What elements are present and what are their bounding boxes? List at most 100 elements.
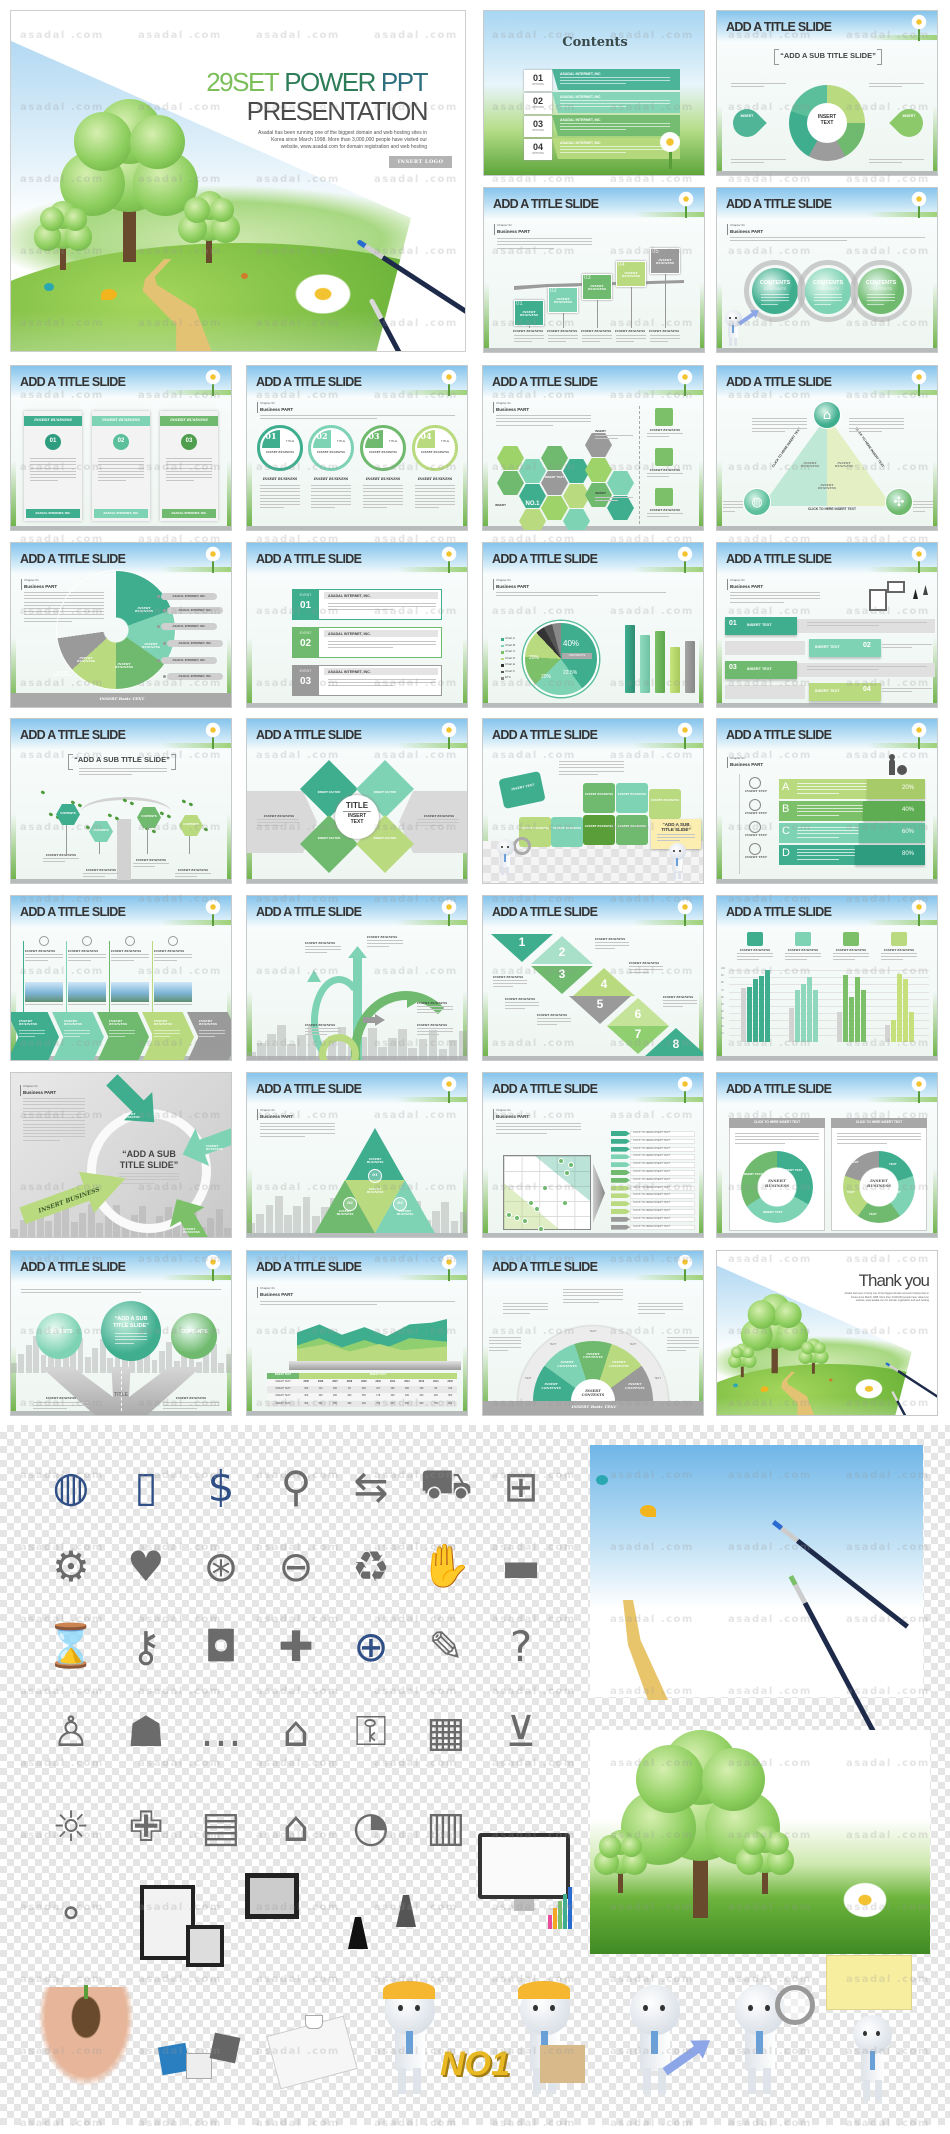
pie-label: 40% — [563, 639, 580, 648]
list-label: CLICK TO HERE INSERT TEXT — [633, 1201, 671, 1205]
character-eye — [414, 2004, 420, 2012]
icon-circle: ◍ — [743, 488, 771, 516]
text-placeholder — [166, 474, 212, 476]
contents-item-label: ASADAL INTERNET, INC — [560, 72, 601, 76]
slide-thumbnail[interactable]: ADD A TITLE SLIDE Chapter 01 Business PART… — [10, 542, 232, 708]
text-placeholder — [563, 1298, 623, 1300]
text-placeholder — [30, 458, 76, 460]
table-cell: 350 — [361, 1394, 366, 1398]
text-placeholder — [869, 83, 924, 85]
text-placeholder — [119, 1176, 179, 1178]
text-placeholder — [497, 238, 592, 240]
character-tie — [651, 2031, 659, 2055]
leaf — [48, 812, 54, 817]
triangle-number: 1 — [518, 935, 526, 949]
slide-thumbnail[interactable]: ADD A TITLE SLIDE Chapter 01 Business PART… — [482, 542, 704, 708]
text-placeholder — [761, 303, 778, 305]
text-placeholder — [560, 126, 670, 128]
slide-thumbnail[interactable]: ADD A TITLE SLIDE INSERT TEXT INSERT BUSIN… — [482, 718, 704, 884]
text-placeholder — [115, 1342, 135, 1344]
slide-thumbnail[interactable]: Thank you Asadal has been running one of … — [716, 1250, 938, 1416]
slide-thumbnail[interactable]: ADD A TITLE SLIDE “ADD A SUB TITLE SLIDE”… — [716, 10, 938, 176]
grass-strip — [397, 567, 467, 572]
text-placeholder — [638, 1306, 683, 1308]
hex-label: CONTENTS — [60, 811, 76, 815]
slide-thumbnail[interactable]: ADD A TITLE SLIDE ⌂ ◍ ✣ CLICK TO HERE INSERT… — [716, 365, 938, 531]
text-placeholder — [785, 959, 807, 961]
slide-thumbnail[interactable]: ADD A TITLE SLIDE Chapter 01 Business PART… — [246, 1072, 468, 1238]
text-placeholder — [737, 959, 759, 961]
note-title: TITLE SLIDE” — [661, 827, 691, 832]
text-placeholder — [68, 954, 106, 956]
city-building — [92, 1348, 99, 1373]
subtitle: “ADD A SUB TITLE SLIDE” — [74, 755, 170, 764]
slide-thumbnail[interactable]: ADD A TITLE SLIDE Chapter 01 Business PART… — [482, 1072, 704, 1238]
stem-line — [189, 835, 190, 854]
slide-thumbnail[interactable]: ADD A TITLE SLIDE CONTENTS CONTENTS “ADD A … — [10, 1250, 232, 1416]
slide-thumbnail[interactable]: ADD A TITLE SLIDE Chapter 01 Business PART… — [246, 365, 468, 531]
chapter-label: Chapter 01 — [496, 401, 511, 405]
text-placeholder — [43, 861, 65, 863]
slide-thumbnail[interactable]: ADD A TITLE SLIDE Chapter 01 Business PART… — [482, 365, 704, 531]
slide-thumbnail[interactable]: ADD A TITLE SLIDE Chapter 01 Business PART… — [716, 542, 938, 708]
chevron-label: INSERT BUSINESS — [199, 1019, 218, 1027]
piece-label: INSERT BUSINESS — [553, 827, 581, 830]
footer-bar — [247, 1411, 467, 1415]
slide-thumbnail[interactable]: ADD A TITLE SLIDE 1 2 3 4 5 6 7 8 INSERT BUSINESS… — [482, 895, 704, 1061]
text-placeholder — [415, 494, 455, 496]
grass-strip — [867, 567, 937, 572]
list-tag — [611, 1209, 630, 1214]
mortar-icon: ✚ — [278, 1621, 314, 1671]
slide-thumbnail[interactable]: Chapter 01 Business PART “ADD A SUB TITLE S… — [10, 1072, 232, 1238]
landscape-photo — [154, 982, 192, 1002]
grass-left — [717, 991, 722, 1057]
stair-letter: A — [782, 781, 790, 793]
slide-thumbnail[interactable]: Contents 01 OPTIONS ASADAL INTERNET, INC 02 O… — [483, 10, 705, 176]
arc-label: TEXT — [549, 1342, 557, 1346]
text-placeholder — [19, 1030, 45, 1032]
hex-label: CONTENTS — [183, 822, 199, 826]
character-leg — [398, 2067, 407, 2094]
arc-label: TEXT — [654, 1376, 661, 1380]
circle-tag: TITLE — [388, 439, 398, 443]
text-placeholder — [417, 1034, 439, 1036]
slide-thumbnail[interactable]: ADD A TITLE SLIDE Chapter 01 Business PART… — [716, 187, 938, 353]
text-placeholder — [849, 430, 882, 432]
slide-thumbnail[interactable]: ADD A TITLE SLIDE Chapter 01 Business PART… — [716, 718, 938, 884]
table-row-label: INSERT TEXT — [275, 1387, 291, 1391]
leaf — [70, 800, 76, 805]
list-tag — [611, 1177, 630, 1183]
text-placeholder — [493, 986, 514, 988]
slide-thumbnail[interactable]: ADD A TITLE SLIDE INSERT BUSINESS 01 ASADAL… — [10, 365, 232, 531]
slide-thumbnail[interactable]: ADD A TITLE SLIDE INSERT FACTOR INSERT FAC… — [246, 718, 468, 884]
text-placeholder — [119, 1173, 179, 1175]
slide-thumbnail[interactable]: ADD A TITLE SLIDE INSERT BUSINESS INSERT B… — [246, 895, 468, 1061]
grass-left — [484, 283, 489, 349]
picture-frame-icon — [186, 1925, 224, 1967]
slide-thumbnail[interactable]: ADD A TITLE SLIDE INSERT BUSINESS INSERT B… — [716, 895, 938, 1061]
table-cell: 2013 — [418, 1379, 425, 1383]
slide-title: ADD A TITLE SLIDE — [492, 552, 598, 566]
text-placeholder — [417, 825, 443, 827]
character-leg — [748, 2067, 757, 2094]
tree-canopy — [742, 1346, 754, 1358]
slide-thumbnail[interactable]: ADD A TITLE SLIDE CLICK TO HERE INSERT TE… — [716, 1072, 938, 1238]
slide-thumbnail[interactable]: ADD A TITLE SLIDE Chapter 01 Business PART… — [483, 187, 705, 353]
slide-thumbnail[interactable]: ADD A TITLE SLIDE Chapter 01 Business PART… — [246, 1250, 468, 1416]
bar-chart-icon — [563, 1894, 567, 1929]
slide-thumbnail[interactable]: ADD A TITLE SLIDE INSERT BUSINESS INSERT B… — [10, 895, 232, 1061]
column-caption: INSERT BUSINESS — [111, 949, 142, 953]
text-placeholder — [663, 1003, 697, 1005]
list-tag — [611, 1201, 630, 1207]
tree-canopy — [701, 1748, 765, 1811]
slide-thumbnail[interactable]: ADD A TITLE SLIDE “ADD A SUB TITLE SLIDE”… — [10, 718, 232, 884]
step-caption: INSERT BUSINESS — [513, 329, 544, 333]
slide-thumbnail[interactable]: ADD A TITLE SLIDE INSERT CONTENTS INSERT C… — [482, 1250, 704, 1416]
cap-icon — [518, 1981, 570, 1999]
event-title: ASADAL INTERNET, INC. — [328, 593, 371, 598]
grass-left — [717, 814, 722, 880]
road-label: TITLE — [114, 1392, 128, 1398]
slide-thumbnail[interactable]: ADD A TITLE SLIDE EVENT 01 ASADAL INTERNET,… — [246, 542, 468, 708]
arrow-caption: INSERT BUSINESS — [305, 941, 336, 945]
city-building — [277, 1025, 286, 1060]
